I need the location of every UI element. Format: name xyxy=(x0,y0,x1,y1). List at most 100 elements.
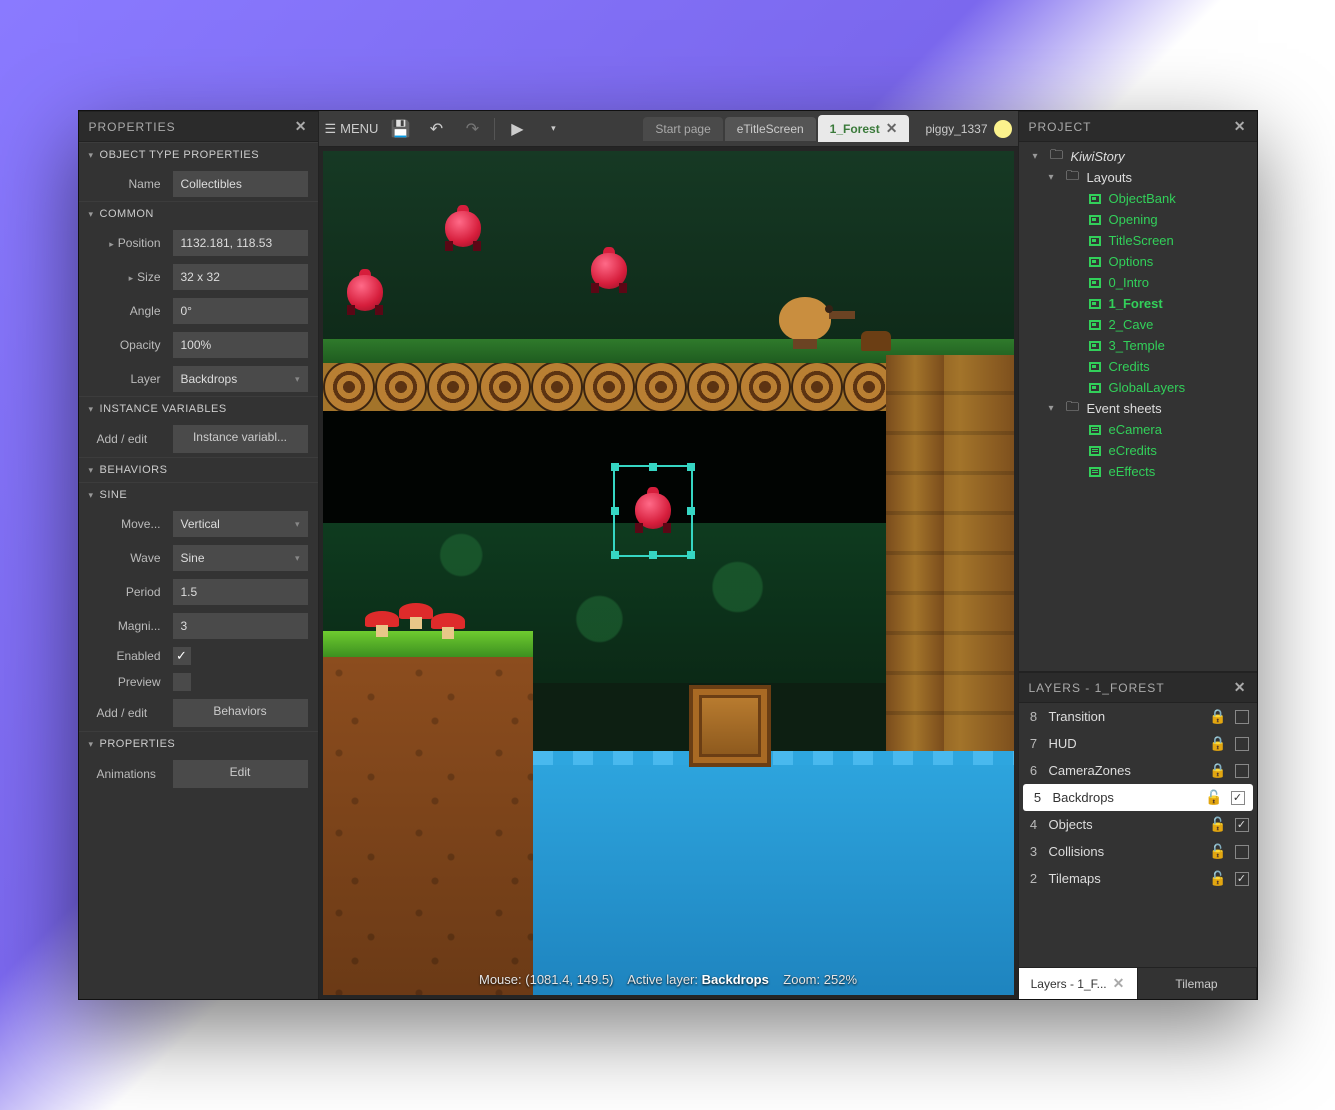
properties-sub-section-header[interactable]: PROPERTIES xyxy=(79,731,318,756)
zoom-label: Zoom: xyxy=(783,972,820,987)
layer-row[interactable]: 2Tilemaps🔓✓ xyxy=(1019,865,1257,892)
mushroom-sprite[interactable] xyxy=(365,611,399,637)
tab-close-icon[interactable]: ✕ xyxy=(1113,975,1125,992)
preview-checkbox[interactable] xyxy=(173,673,191,691)
visibility-checkbox[interactable] xyxy=(1235,737,1249,751)
wave-dropdown[interactable]: Sine xyxy=(173,545,308,571)
enabled-label: Enabled xyxy=(97,649,167,663)
layer-name: HUD xyxy=(1049,736,1202,751)
close-icon[interactable]: ✕ xyxy=(295,118,308,135)
visibility-checkbox[interactable]: ✓ xyxy=(1231,791,1245,805)
angle-field[interactable]: 0° xyxy=(173,298,308,324)
visibility-checkbox[interactable] xyxy=(1235,710,1249,724)
save-icon[interactable]: 💾 xyxy=(386,115,414,143)
stump-sprite[interactable] xyxy=(861,331,891,351)
layout-canvas[interactable]: Mouse: (1081.4, 149.5) Active layer: Bac… xyxy=(323,151,1014,995)
magnitude-label: Magni... xyxy=(97,619,167,633)
layer-row[interactable]: 4Objects🔓✓ xyxy=(1019,811,1257,838)
tree-layout-item[interactable]: 2_Cave xyxy=(1019,314,1257,335)
edit-animations-button[interactable]: Edit xyxy=(173,760,308,788)
layout-icon xyxy=(1087,255,1103,269)
close-icon[interactable]: ✕ xyxy=(1234,118,1247,135)
layer-dropdown[interactable]: Backdrops xyxy=(173,366,308,392)
period-field[interactable]: 1.5 xyxy=(173,579,308,605)
lock-icon[interactable]: 🔒 xyxy=(1209,708,1226,725)
magnitude-field[interactable]: 3 xyxy=(173,613,308,639)
mushroom-sprite[interactable] xyxy=(399,603,433,629)
lock-icon[interactable]: 🔓 xyxy=(1209,870,1226,887)
lock-icon[interactable]: 🔓 xyxy=(1209,843,1226,860)
tree-layout-item[interactable]: TitleScreen xyxy=(1019,230,1257,251)
layer-name: Objects xyxy=(1049,817,1202,832)
user-badge[interactable]: piggy_1337 xyxy=(925,120,1011,138)
name-field[interactable]: Collectibles xyxy=(173,171,308,197)
opacity-field[interactable]: 100% xyxy=(173,332,308,358)
beetle-sprite[interactable] xyxy=(585,247,633,295)
tree-event-sheet-item[interactable]: eCamera xyxy=(1019,419,1257,440)
status-bar: Mouse: (1081.4, 149.5) Active layer: Bac… xyxy=(323,972,1014,987)
tree-layout-item[interactable]: GlobalLayers xyxy=(1019,377,1257,398)
instance-variables-button[interactable]: Instance variabl... xyxy=(173,425,308,453)
close-icon[interactable]: ✕ xyxy=(1234,679,1247,696)
tree-layout-item[interactable]: Credits xyxy=(1019,356,1257,377)
tree-layout-item[interactable]: 0_Intro xyxy=(1019,272,1257,293)
play-dropdown-icon[interactable]: ▾ xyxy=(539,115,567,143)
redo-icon[interactable]: ↷ xyxy=(458,115,486,143)
tree-event-sheet-item[interactable]: eCredits xyxy=(1019,440,1257,461)
beetle-sprite[interactable] xyxy=(439,205,487,253)
event-sheet-icon xyxy=(1087,444,1103,458)
undo-icon[interactable]: ↶ xyxy=(422,115,450,143)
tree-folder-layouts[interactable]: ▾ 🗀 Layouts xyxy=(1019,167,1257,188)
lock-icon[interactable]: 🔒 xyxy=(1209,735,1226,752)
object-type-section-header[interactable]: OBJECT TYPE PROPERTIES xyxy=(79,142,318,167)
instance-variables-section-header[interactable]: INSTANCE VARIABLES xyxy=(79,396,318,421)
tree-layout-item[interactable]: Opening xyxy=(1019,209,1257,230)
tree-folder-event-sheets[interactable]: ▾ 🗀 Event sheets xyxy=(1019,398,1257,419)
visibility-checkbox[interactable]: ✓ xyxy=(1235,818,1249,832)
kiwi-sprite[interactable] xyxy=(771,289,843,349)
visibility-checkbox[interactable]: ✓ xyxy=(1235,872,1249,886)
layer-row[interactable]: 3Collisions🔓 xyxy=(1019,838,1257,865)
lock-icon[interactable]: 🔒 xyxy=(1209,762,1226,779)
layer-number: 6 xyxy=(1027,763,1041,778)
layer-row[interactable]: 5Backdrops🔓✓ xyxy=(1023,784,1253,811)
layer-number: 8 xyxy=(1027,709,1041,724)
behaviors-section-header[interactable]: BEHAVIORS xyxy=(79,457,318,482)
mouse-label: Mouse: xyxy=(479,972,522,987)
tree-layout-item[interactable]: 3_Temple xyxy=(1019,335,1257,356)
play-icon[interactable]: ▶ xyxy=(503,115,531,143)
mushroom-sprite[interactable] xyxy=(431,613,465,639)
tab-etitlescreen[interactable]: eTitleScreen xyxy=(725,117,816,141)
visibility-checkbox[interactable] xyxy=(1235,764,1249,778)
tree-layout-item[interactable]: 1_Forest xyxy=(1019,293,1257,314)
tab-1-forest[interactable]: 1_Forest ✕ xyxy=(818,115,910,142)
behaviors-button[interactable]: Behaviors xyxy=(173,699,308,727)
layer-row[interactable]: 6CameraZones🔒 xyxy=(1019,757,1257,784)
layer-row[interactable]: 8Transition🔒 xyxy=(1019,703,1257,730)
tree-root[interactable]: ▾ 🗀 KiwiStory xyxy=(1019,146,1257,167)
layer-number: 2 xyxy=(1027,871,1041,886)
position-field[interactable]: 1132.181, 118.53 xyxy=(173,230,308,256)
lock-icon[interactable]: 🔓 xyxy=(1205,789,1222,806)
menu-button[interactable]: ☰ MENU xyxy=(325,121,379,137)
tilemap-tab[interactable]: Tilemap xyxy=(1138,968,1257,999)
tree-layout-item[interactable]: Options xyxy=(1019,251,1257,272)
layers-tab[interactable]: Layers - 1_F... ✕ xyxy=(1019,968,1138,999)
tree-layout-item[interactable]: ObjectBank xyxy=(1019,188,1257,209)
tab-close-icon[interactable]: ✕ xyxy=(886,120,898,137)
tab-start-page[interactable]: Start page xyxy=(643,117,722,141)
beetle-sprite[interactable] xyxy=(341,269,389,317)
selected-beetle-sprite[interactable] xyxy=(629,487,677,535)
lock-icon[interactable]: 🔓 xyxy=(1209,816,1226,833)
sine-section-header[interactable]: SINE xyxy=(79,482,318,507)
tree-event-sheet-item[interactable]: eEffects xyxy=(1019,461,1257,482)
common-section-header[interactable]: COMMON xyxy=(79,201,318,226)
visibility-checkbox[interactable] xyxy=(1235,845,1249,859)
tree-label: Options xyxy=(1109,254,1154,269)
tree-label: eCredits xyxy=(1109,443,1157,458)
size-field[interactable]: 32 x 32 xyxy=(173,264,308,290)
enabled-checkbox[interactable]: ✓ xyxy=(173,647,191,665)
movement-dropdown[interactable]: Vertical xyxy=(173,511,308,537)
layer-tabs: Layers - 1_F... ✕ Tilemap xyxy=(1019,967,1257,999)
layer-row[interactable]: 7HUD🔒 xyxy=(1019,730,1257,757)
